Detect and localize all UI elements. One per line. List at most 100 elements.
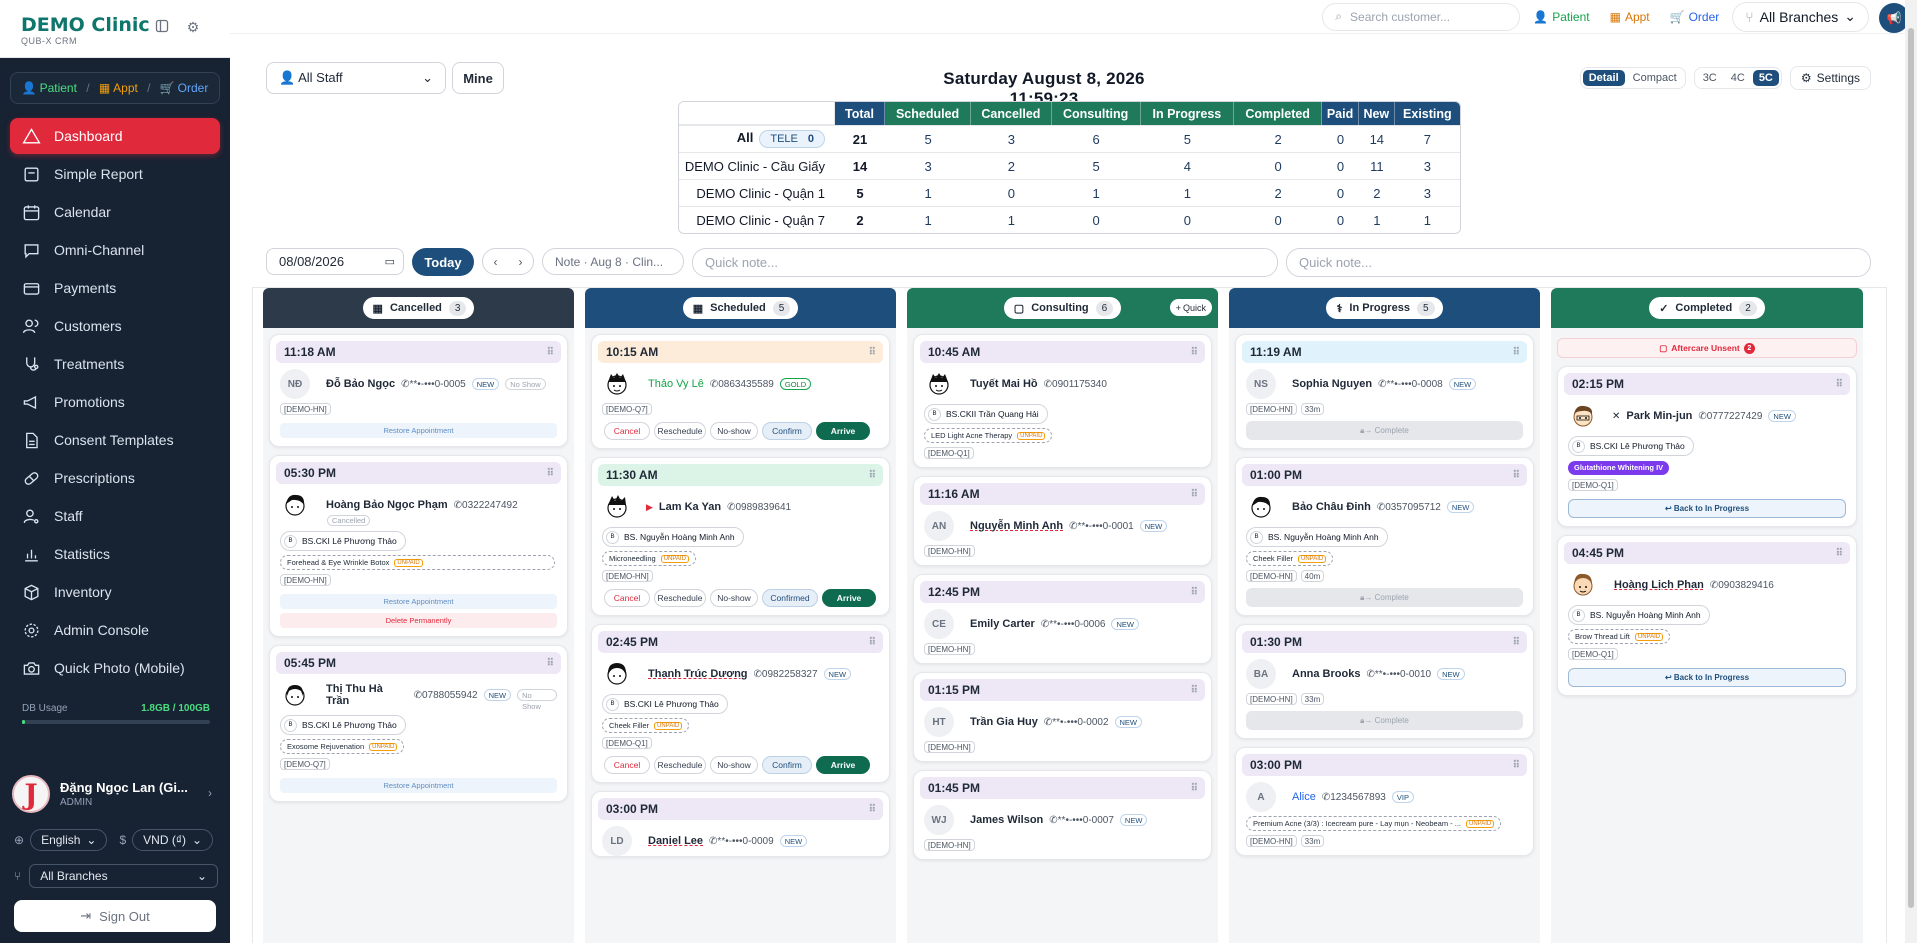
summary-cell[interactable]: 14 <box>1358 125 1395 152</box>
summary-cell[interactable]: 2 <box>1234 125 1323 152</box>
summary-cell[interactable]: 1 <box>1051 179 1141 206</box>
restore-appointment-button[interactable]: Restore Appointment <box>280 423 557 438</box>
nav-customers[interactable]: Customers <box>10 308 220 344</box>
nav-calendar[interactable]: Calendar <box>10 194 220 230</box>
drag-handle-icon[interactable]: ⠿ <box>1513 637 1520 648</box>
summary-cell[interactable]: 5 <box>885 125 972 152</box>
appointment-card[interactable]: 11:18 AM ⠿ NĐ Đỗ Bảo Ngọc ✆**•-•••0-0005 NEW… <box>269 334 568 447</box>
appointment-card[interactable]: 10:45 AM ⠿ Tuyết Mai Hồ ✆0901175340 B BS.CK… <box>913 334 1212 468</box>
scrollbar-thumb[interactable] <box>1908 28 1914 908</box>
no-show-button[interactable]: No-show <box>710 422 758 440</box>
appointment-card[interactable]: 01:15 PM ⠿ HT Trần Gia Huy ✆**•-•••0-0002 NE… <box>913 672 1212 762</box>
restore-appointment-button[interactable]: Restore Appointment <box>280 778 557 793</box>
restore-appointment-button[interactable]: Restore Appointment <box>280 594 557 609</box>
branch-select[interactable]: All Branches ⌄ <box>29 864 218 888</box>
patient-name[interactable]: Đỗ Bảo Ngọc <box>326 378 395 390</box>
summary-cell[interactable]: 0 <box>1322 179 1359 206</box>
reschedule-button[interactable]: Reschedule <box>654 422 706 440</box>
nav-inventory[interactable]: Inventory <box>10 574 220 610</box>
complete-button[interactable]: 🔒︎ → Complete <box>1246 711 1523 730</box>
summary-cell[interactable]: 4 <box>1140 152 1235 179</box>
patient-name[interactable]: Trần Gia Huy <box>970 716 1038 728</box>
appointment-card[interactable]: 01:30 PM ⠿ BA Anna Brooks ✆**•-•••0-0010 NEW… <box>1235 624 1534 739</box>
appointment-card[interactable]: 10:15 AM ⠿ Thảo Vy Lê ✆0863435589 GOLD [DEM… <box>591 334 890 449</box>
nav-staff[interactable]: Staff <box>10 498 220 534</box>
summary-cell[interactable]: 21 <box>835 125 885 152</box>
patient-name[interactable]: Bảo Châu Đinh <box>1292 501 1371 513</box>
patient-name[interactable]: James Wilson <box>970 814 1043 826</box>
summary-cell[interactable]: 5 <box>1051 152 1141 179</box>
summary-cell[interactable]: 3 <box>1394 152 1460 179</box>
new-order-button[interactable]: 🛒 Order <box>1663 3 1727 31</box>
reschedule-button[interactable]: Reschedule <box>654 589 706 607</box>
currency-select[interactable]: VND (₫) ⌄ <box>132 829 214 851</box>
arrive-button[interactable]: Arrive <box>816 422 870 440</box>
drag-handle-icon[interactable]: ⠿ <box>1513 760 1520 771</box>
settings-button[interactable]: ⚙ Settings <box>1789 66 1871 90</box>
cancel-button[interactable]: Cancel <box>604 756 650 774</box>
summary-cell[interactable]: 2 <box>1358 179 1395 206</box>
summary-cell[interactable]: 11 <box>1358 152 1395 179</box>
staff-filter[interactable]: 👤 All Staff ⌄ <box>266 62 446 94</box>
nav-payments[interactable]: Payments <box>10 270 220 306</box>
compact-toggle[interactable]: Compact <box>1627 70 1683 86</box>
patient-name[interactable]: Emily Carter <box>970 618 1035 630</box>
summary-cell[interactable]: 5 <box>1140 125 1235 152</box>
patient-name[interactable]: Hoàng Lịch Phan <box>1614 579 1704 591</box>
appointment-card[interactable]: 03:00 PM ⠿ LD Daniel Lee ✆**•-•••0-0009 NEW <box>591 791 890 857</box>
nav-simple-report[interactable]: Simple Report <box>10 156 220 192</box>
delete-permanently-button[interactable]: Delete Permanently <box>280 613 557 628</box>
aftercare-unsent-banner[interactable]: ▢ Aftercare Unsent 2 <box>1557 338 1857 358</box>
appointment-card[interactable]: 01:45 PM ⠿ WJ James Wilson ✆**•-•••0-0007 NE… <box>913 770 1212 860</box>
confirm-button[interactable]: Confirm <box>762 422 812 440</box>
patient-name[interactable]: Tuyết Mai Hồ <box>970 378 1038 390</box>
drag-handle-icon[interactable]: ⠿ <box>547 468 554 479</box>
3c-toggle[interactable]: 3C <box>1697 70 1723 86</box>
nav-dashboard[interactable]: Dashboard <box>10 118 220 154</box>
new-patient-button[interactable]: 👤 Patient <box>1526 3 1596 31</box>
appointment-card[interactable]: 05:30 PM ⠿ Hoàng Bảo Ngọc Phạm ✆0322247492… <box>269 455 568 637</box>
nav-admin-console[interactable]: Admin Console <box>10 612 220 648</box>
tele-filter[interactable]: TELE 0 <box>759 130 825 148</box>
summary-cell[interactable]: 3 <box>885 152 972 179</box>
patient-name[interactable]: Alice <box>1292 791 1316 803</box>
confirm-button[interactable]: Confirm <box>762 756 812 774</box>
appointment-card[interactable]: 03:00 PM ⠿ A Alice ✆1234567893 VIP Premium A… <box>1235 747 1534 856</box>
drag-handle-icon[interactable]: ⠿ <box>869 637 876 648</box>
patient-name[interactable]: Nguyễn Minh Anh <box>970 520 1063 532</box>
patient-name[interactable]: Sophia Nguyen <box>1292 378 1372 390</box>
summary-cell[interactable]: 0 <box>1051 206 1141 233</box>
back-to-in-progress-button[interactable]: ↩ Back to In Progress <box>1568 499 1846 518</box>
back-to-in-progress-button[interactable]: ↩ Back to In Progress <box>1568 668 1846 687</box>
summary-cell[interactable]: 2 <box>971 152 1052 179</box>
drag-handle-icon[interactable]: ⠿ <box>1191 587 1198 598</box>
summary-cell[interactable]: 1 <box>885 206 972 233</box>
quick-order-button[interactable]: 🛒 Order <box>160 81 209 95</box>
quick-note-input[interactable]: Quick note... <box>1286 248 1871 277</box>
gear-icon[interactable]: ⚙ <box>185 19 201 35</box>
drag-handle-icon[interactable]: ⠿ <box>547 658 554 669</box>
appointment-card[interactable]: 11:30 AM ⠿ ▶ Lam Ka Yan ✆0989839641 B BS. Ng… <box>591 457 890 616</box>
quick-add-button[interactable]: + Quick <box>1169 299 1212 316</box>
summary-cell[interactable]: 1 <box>1140 179 1235 206</box>
summary-cell[interactable]: 3 <box>1394 179 1460 206</box>
drag-handle-icon[interactable]: ⠿ <box>547 347 554 358</box>
user-profile[interactable]: J Đặng Ngọc Lan (Gi... ADMIN › <box>12 772 218 816</box>
nav-omni-channel[interactable]: Omni-Channel <box>10 232 220 268</box>
arrive-button[interactable]: Arrive <box>816 756 870 774</box>
arrive-button[interactable]: Arrive <box>822 589 876 607</box>
summary-cell[interactable]: 0 <box>1234 152 1323 179</box>
summary-cell[interactable]: 14 <box>835 152 885 179</box>
appointment-card[interactable]: 05:45 PM ⠿ Thị Thu Hà Trần ✆0788055942 NEW N… <box>269 645 568 802</box>
complete-button[interactable]: 🔒︎ → Complete <box>1246 421 1523 440</box>
summary-cell[interactable]: 0 <box>1140 206 1235 233</box>
no-show-button[interactable]: No-show <box>710 589 758 607</box>
patient-name[interactable]: Thanh Trúc Dương <box>648 668 748 680</box>
appointment-card[interactable]: 11:16 AM ⠿ AN Nguyễn Minh Anh ✆**•-•••0-000… <box>913 476 1212 566</box>
search-input[interactable]: ⌕ Search customer... <box>1322 2 1521 31</box>
sign-out-button[interactable]: ⇥ Sign Out <box>14 900 216 932</box>
page-scrollbar[interactable] <box>1905 0 1917 943</box>
quick-appt-button[interactable]: ▦ Appt <box>99 81 138 95</box>
5c-toggle[interactable]: 5C <box>1752 70 1779 86</box>
collapse-sidebar-icon[interactable] <box>154 19 170 35</box>
